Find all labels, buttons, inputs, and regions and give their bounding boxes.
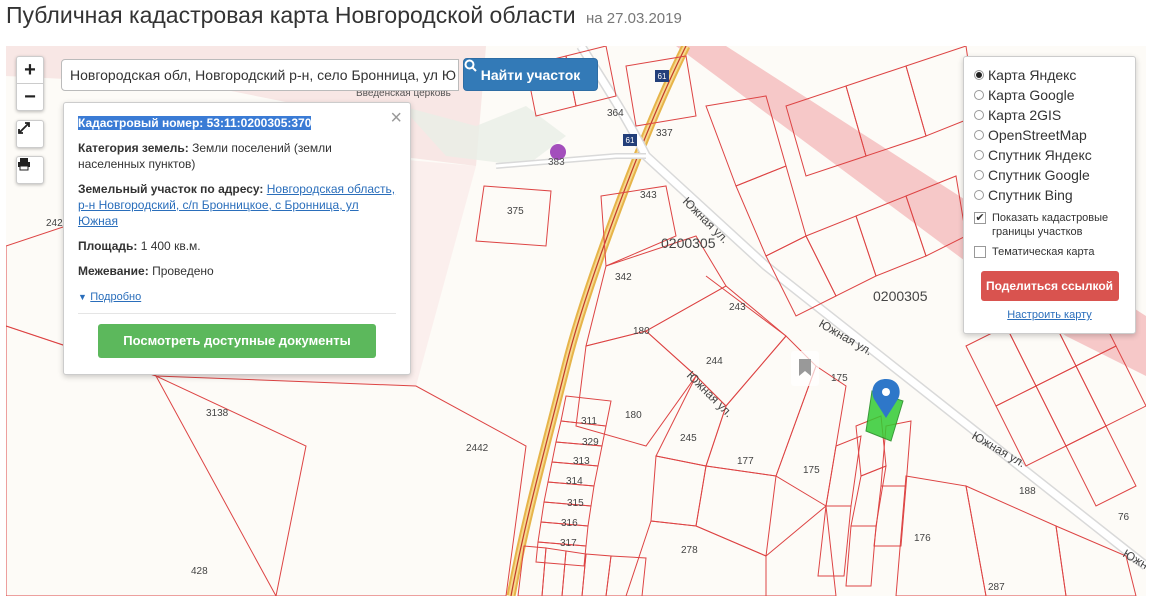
parcel-number: 244	[706, 356, 723, 367]
cadastral-label: Кадастровый номер:	[78, 116, 204, 130]
parcel-number: 3138	[206, 408, 229, 419]
parcel-number: 177	[737, 456, 754, 467]
survey-label: Межевание:	[78, 264, 149, 278]
cadastral-map[interactable]: 61 61 383 Введенская церковь 0200305 020…	[6, 46, 1146, 596]
parcel-number: 188	[1019, 486, 1036, 497]
layer-option-yandex-map[interactable]: Карта Яндекс	[974, 65, 1125, 85]
radio-icon	[974, 110, 984, 120]
street-label: Южн	[1121, 546, 1147, 572]
radio-icon	[974, 90, 984, 100]
radio-icon	[974, 70, 984, 80]
layer-label: OpenStreetMap	[988, 127, 1087, 143]
zoom-out-button[interactable]: −	[17, 84, 43, 110]
layer-option-bing-satellite[interactable]: Спутник Bing	[974, 185, 1125, 205]
share-link-button[interactable]: Поделиться ссылкой	[980, 271, 1119, 301]
parcel-number: 287	[988, 582, 1005, 593]
layer-label: Спутник Яндекс	[988, 147, 1092, 163]
quarter-label: 0200305	[661, 235, 716, 251]
find-parcel-button[interactable]: Найти участок	[463, 58, 598, 91]
parcel-number: 243	[729, 302, 746, 313]
poi-label: 383	[548, 157, 565, 168]
area-label: Площадь:	[78, 239, 138, 253]
page-title: Публичная кадастровая карта Новгородской…	[6, 2, 682, 29]
close-icon[interactable]: ×	[390, 107, 402, 130]
layer-option-google-satellite[interactable]: Спутник Google	[974, 165, 1125, 185]
parcel-number: 364	[607, 108, 624, 119]
survey-value: Проведено	[152, 264, 214, 278]
road-badge: 61	[626, 136, 635, 145]
find-parcel-label: Найти участок	[480, 66, 581, 83]
parcel-number: 175	[831, 373, 848, 384]
parcel-number: 342	[615, 272, 632, 283]
parcel-number: 375	[507, 206, 524, 217]
search-icon	[464, 59, 477, 72]
details-link[interactable]: Подробно	[90, 291, 141, 303]
parcel-number: 176	[914, 533, 931, 544]
view-documents-button[interactable]: Посмотреть доступные документы	[98, 324, 376, 358]
show-borders-label: Показать кадастровые границы участков	[992, 212, 1109, 238]
parcel-number: 428	[191, 566, 208, 577]
parcel-number: 76	[1118, 512, 1130, 523]
category-label: Категория земель:	[78, 141, 189, 155]
road-badge: 61	[658, 72, 667, 81]
parcel-number: 311	[581, 416, 597, 427]
parcel-info-panel: × Кадастровый номер: 53:11:0200305:370 К…	[63, 102, 411, 375]
layer-label: Спутник Bing	[988, 187, 1073, 203]
thematic-map-toggle[interactable]: Тематическая карта	[974, 245, 1125, 259]
layer-label: Карта Google	[988, 87, 1075, 103]
layer-label: Карта Яндекс	[988, 67, 1077, 83]
layer-option-yandex-satellite[interactable]: Спутник Яндекс	[974, 145, 1125, 165]
layer-option-google-map[interactable]: Карта Google	[974, 85, 1125, 105]
radio-icon	[974, 190, 984, 200]
quarter-label: 0200305	[873, 288, 928, 304]
print-button[interactable]	[16, 156, 44, 184]
layer-option-openstreetmap[interactable]: OpenStreetMap	[974, 125, 1125, 145]
cadastral-number: 53:11:0200305:370	[206, 116, 312, 130]
show-borders-toggle[interactable]: ✔ Показать кадастровые границы участков	[974, 211, 1125, 239]
layer-label: Спутник Google	[988, 167, 1090, 183]
parcel-number: 316	[561, 518, 578, 529]
parcel-number: 343	[640, 190, 657, 201]
parcel-number: 329	[582, 437, 599, 448]
fullscreen-button[interactable]	[16, 120, 44, 148]
search-input[interactable]: Новгородская обл, Новгородский р-н, село…	[61, 59, 459, 91]
parcel-number: 313	[573, 456, 590, 467]
parcel-number: 245	[680, 433, 697, 444]
page-date: на 27.03.2019	[585, 10, 682, 27]
layer-label: Карта 2GIS	[988, 107, 1062, 123]
zoom-controls: + −	[16, 56, 44, 111]
address-label: Земельный участок по адресу:	[78, 182, 264, 196]
area-value: 1 400 кв.м.	[140, 239, 201, 253]
radio-icon	[974, 130, 984, 140]
parcel-number: 2442	[466, 443, 489, 454]
triangle-down-icon: ▼	[78, 292, 87, 302]
radio-icon	[974, 170, 984, 180]
parcel-number: 175	[803, 465, 820, 476]
zoom-in-button[interactable]: +	[17, 57, 43, 84]
parcel-number: 337	[656, 128, 673, 139]
fullscreen-icon	[18, 122, 30, 134]
configure-map-link[interactable]: Настроить карту	[974, 309, 1125, 321]
street-label: Южная ул.	[970, 428, 1028, 470]
parcel-number: 180	[625, 410, 642, 421]
layer-option-2gis-map[interactable]: Карта 2GIS	[974, 105, 1125, 125]
page-title-text: Публичная кадастровая карта Новгородской…	[6, 2, 576, 28]
checkbox-icon	[974, 246, 986, 258]
parcel-number: 180	[633, 326, 650, 337]
radio-icon	[974, 150, 984, 160]
parcel-number: 278	[681, 545, 698, 556]
parcel-number: 317	[560, 538, 577, 549]
street-label: Южная ул.	[684, 368, 736, 420]
print-icon	[18, 158, 30, 171]
checkbox-checked-icon: ✔	[974, 212, 986, 224]
parcel-number: 242	[46, 218, 63, 229]
parcel-number: 315	[567, 498, 584, 509]
parcel-number: 314	[566, 476, 583, 487]
thematic-map-label: Тематическая карта	[992, 246, 1095, 258]
layer-panel: Карта Яндекс Карта Google Карта 2GIS Ope…	[963, 56, 1136, 334]
divider	[78, 313, 396, 314]
